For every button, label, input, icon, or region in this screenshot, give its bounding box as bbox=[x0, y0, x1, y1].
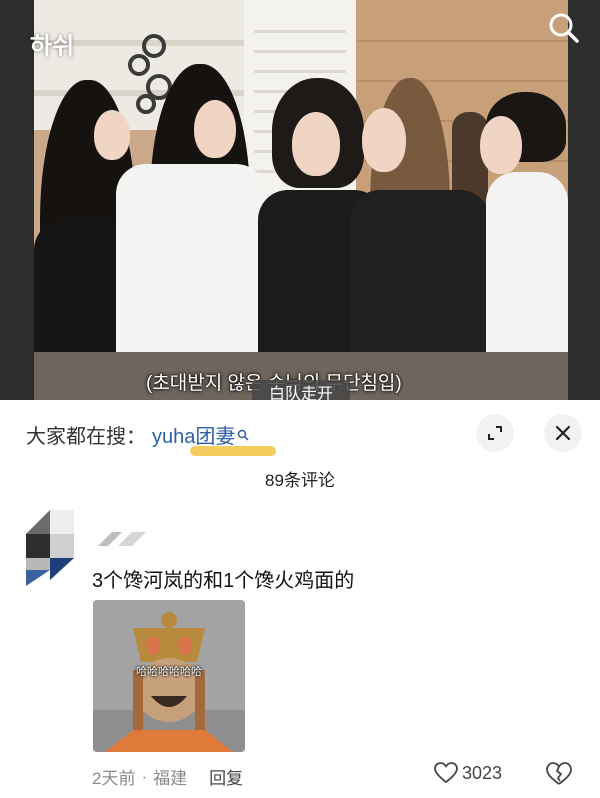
reply-button[interactable]: 回复 bbox=[209, 764, 243, 789]
meta-separator: · bbox=[141, 766, 148, 786]
search-suggestion-prefix: 大家都在搜： bbox=[26, 426, 146, 448]
comment-count: 89条评论 bbox=[265, 471, 335, 490]
video-letterbox-right bbox=[568, 0, 600, 400]
avatar[interactable] bbox=[26, 510, 74, 586]
small-search-icon bbox=[237, 429, 249, 441]
search-suggestion-link[interactable]: yuha团妻 bbox=[152, 420, 276, 456]
video-player[interactable]: 하쉬 (초대받지 않은 손님의 무단침입) 白队走开 bbox=[0, 0, 600, 400]
collapse-icon bbox=[488, 426, 502, 440]
comment-location: 福建 bbox=[153, 769, 188, 788]
comment-sticker-image[interactable]: 哈哈哈哈哈哈 bbox=[93, 600, 245, 752]
collapse-button[interactable] bbox=[476, 414, 514, 452]
comment-sheet: 大家都在搜： yuha团妻 89条评论 3个馋河岚的和1个馋火鸡面的 哈哈哈哈哈… bbox=[0, 400, 600, 798]
close-button[interactable] bbox=[544, 414, 582, 452]
video-letterbox-left bbox=[0, 0, 34, 400]
video-watermark: 하쉬 bbox=[30, 33, 75, 60]
video-caption-overlay: 白队走开 bbox=[252, 380, 350, 400]
username-redacted bbox=[98, 532, 146, 546]
like-button[interactable]: 3023 bbox=[434, 762, 502, 784]
close-icon bbox=[555, 425, 571, 441]
broken-heart-icon bbox=[546, 762, 572, 785]
comment-meta: 2天前 · 福建 回复 bbox=[92, 764, 243, 789]
sticker-caption: 哈哈哈哈哈哈 bbox=[136, 666, 202, 678]
search-suggestion[interactable]: 大家都在搜： yuha团妻 bbox=[26, 420, 276, 456]
search-icon bbox=[549, 13, 579, 43]
comment-time: 2天前 bbox=[92, 769, 136, 788]
search-suggestion-term: yuha团妻 bbox=[152, 426, 236, 448]
comment-text: 3个馋河岚的和1个馋火鸡面的 bbox=[92, 570, 355, 592]
heart-icon bbox=[434, 762, 458, 784]
dislike-button[interactable] bbox=[546, 762, 572, 791]
like-count: 3023 bbox=[462, 762, 503, 783]
search-button[interactable] bbox=[542, 6, 586, 50]
